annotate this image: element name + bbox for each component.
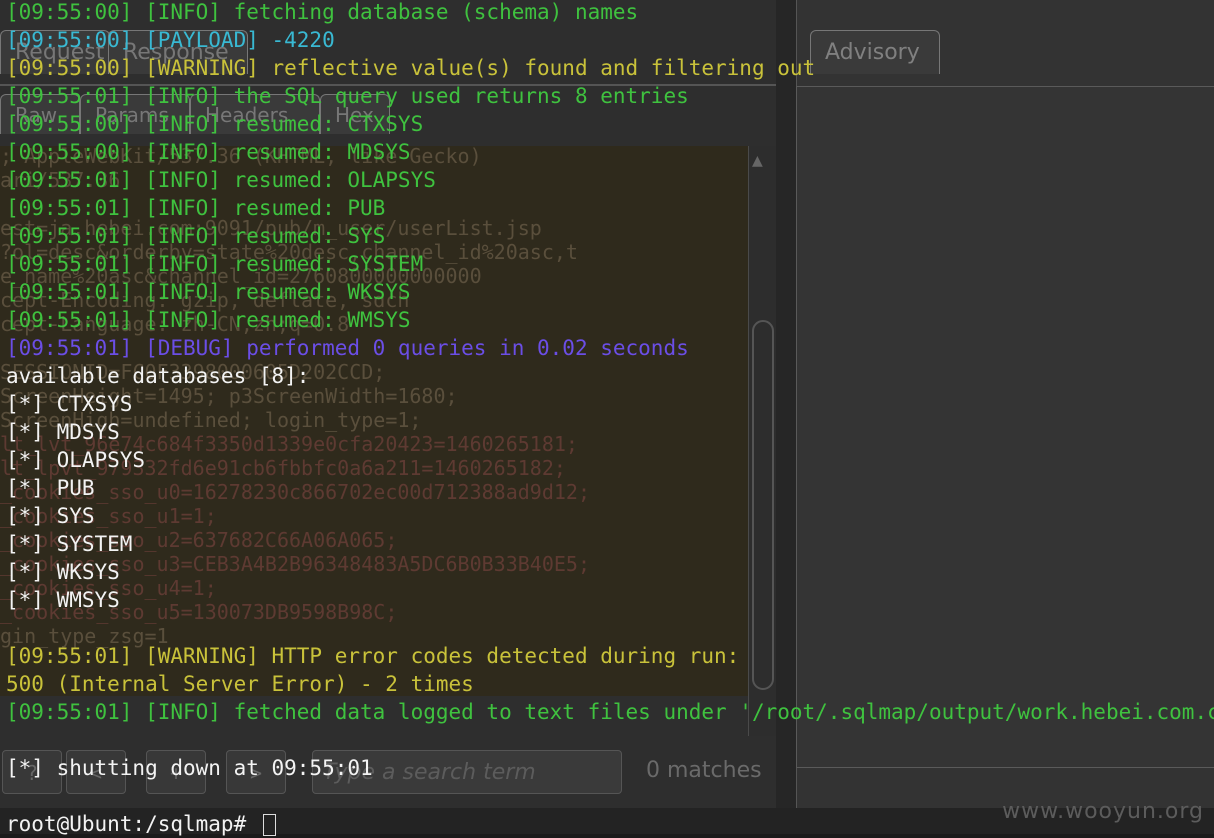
terminal-line-text: [09:55:01] [INFO] the SQL query used ret… bbox=[6, 84, 689, 108]
terminal-line-text: [*] WKSYS bbox=[6, 560, 120, 584]
terminal-line-text: [*] WMSYS bbox=[6, 588, 120, 612]
terminal-line: [09:55:01] [INFO] resumed: WKSYS bbox=[6, 278, 411, 306]
terminal-line-text: [09:55:01] [INFO] fetched data logged to… bbox=[6, 700, 1214, 724]
terminal-line: [09:55:01] [INFO] resumed: OLAPSYS bbox=[6, 166, 436, 194]
terminal-line: available databases [8]: bbox=[6, 362, 309, 390]
terminal-line-text: [*] MDSYS bbox=[6, 420, 120, 444]
terminal-line-text: [09:55:01] [DEBUG] performed 0 queries i… bbox=[6, 336, 689, 360]
terminal-line-text: [*] shutting down at 09:55:01 bbox=[6, 756, 373, 780]
terminal-line-text: [09:55:00] [INFO] resumed: CTXSYS bbox=[6, 112, 424, 136]
terminal-line-text: [09:55:01] [WARNING] HTTP error codes de… bbox=[6, 644, 740, 668]
terminal-line: 500 (Internal Server Error) - 2 times bbox=[6, 670, 474, 698]
terminal-line: [09:55:01] [INFO] resumed: PUB bbox=[6, 194, 385, 222]
terminal-line: [09:55:00] [PAYLOAD] -4220 bbox=[6, 26, 335, 54]
terminal-line-text: [09:55:00] [WARNING] reflective value(s)… bbox=[6, 56, 816, 80]
terminal-line: [09:55:01] [DEBUG] performed 0 queries i… bbox=[6, 334, 689, 362]
terminal-line: [09:55:01] [INFO] resumed: SYS bbox=[6, 222, 385, 250]
terminal-line-text: root@Ubunt:/sqlmap# bbox=[6, 812, 259, 836]
terminal-line: [09:55:00] [INFO] resumed: MDSYS bbox=[6, 138, 411, 166]
terminal-line: [*] WMSYS bbox=[6, 586, 120, 614]
terminal-line: [09:55:01] [INFO] resumed: WMSYS bbox=[6, 306, 411, 334]
terminal-line-text: [09:55:00] [INFO] fetching database (sch… bbox=[6, 0, 639, 24]
terminal-line: [*] MDSYS bbox=[6, 418, 120, 446]
terminal-line: [09:55:01] [WARNING] HTTP error codes de… bbox=[6, 642, 739, 670]
terminal-line: [09:55:01] [INFO] resumed: SYSTEM bbox=[6, 250, 423, 278]
terminal-line: [09:55:00] [INFO] resumed: CTXSYS bbox=[6, 110, 423, 138]
terminal-line-text: [*] SYSTEM bbox=[6, 532, 133, 556]
terminal-line-text: [09:55:01] [INFO] resumed: WMSYS bbox=[6, 308, 411, 332]
terminal-line-text: [*] PUB bbox=[6, 476, 95, 500]
terminal-line-text: [09:55:01] [INFO] resumed: SYSTEM bbox=[6, 252, 424, 276]
terminal-line: [09:55:01] [INFO] fetched data logged to… bbox=[6, 698, 1214, 726]
terminal-line-text: available databases [8]: bbox=[6, 364, 310, 388]
terminal-line-text: 500 (Internal Server Error) - 2 times bbox=[6, 672, 474, 696]
terminal-line-text: [09:55:01] [INFO] resumed: SYS bbox=[6, 224, 386, 248]
terminal-line: [*] PUB bbox=[6, 474, 95, 502]
terminal-line: [09:55:01] [INFO] the SQL query used ret… bbox=[6, 82, 689, 110]
terminal-line: [*] SYSTEM bbox=[6, 530, 132, 558]
terminal-line: [09:55:00] [INFO] fetching database (sch… bbox=[6, 0, 638, 26]
terminal-line-text: [*] SYS bbox=[6, 504, 95, 528]
terminal-output[interactable]: [09:55:00] [INFO] fetching database (sch… bbox=[0, 0, 1214, 836]
terminal-line: [*] SYS bbox=[6, 502, 95, 530]
terminal-line: [*] CTXSYS bbox=[6, 390, 132, 418]
terminal-line: [09:55:00] [WARNING] reflective value(s)… bbox=[6, 54, 815, 82]
terminal-line-text: [09:55:00] [PAYLOAD] -4220 bbox=[6, 28, 335, 52]
terminal-line-text: [09:55:01] [INFO] resumed: PUB bbox=[6, 196, 386, 220]
terminal-line-text: [09:55:01] [INFO] resumed: WKSYS bbox=[6, 280, 411, 304]
cursor-icon bbox=[262, 814, 276, 836]
terminal-line: [*] shutting down at 09:55:01 bbox=[6, 754, 373, 782]
terminal-line-text: [09:55:00] [INFO] resumed: MDSYS bbox=[6, 140, 411, 164]
terminal-line: [*] WKSYS bbox=[6, 558, 120, 586]
terminal-line-text: [*] OLAPSYS bbox=[6, 448, 146, 472]
terminal-line-text: [09:55:01] [INFO] resumed: OLAPSYS bbox=[6, 168, 436, 192]
terminal-line-text: [*] CTXSYS bbox=[6, 392, 133, 416]
terminal-line: [*] OLAPSYS bbox=[6, 446, 145, 474]
